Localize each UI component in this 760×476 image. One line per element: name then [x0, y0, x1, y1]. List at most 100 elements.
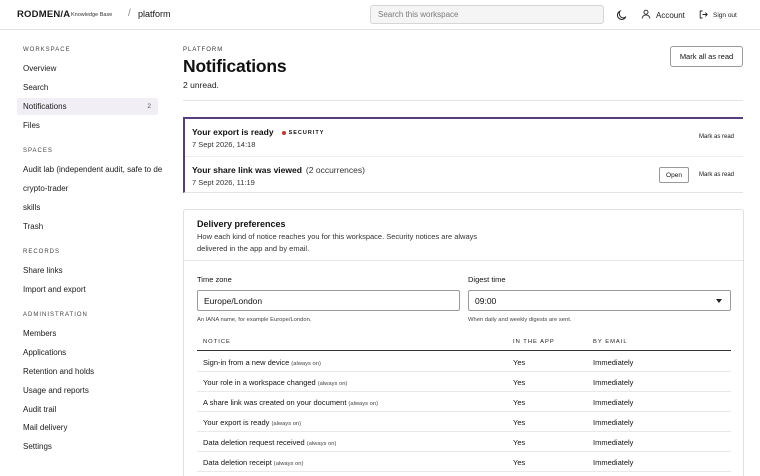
notice-cell: Data deletion request received (always on…	[203, 438, 336, 447]
always-on-note: (always on)	[306, 441, 337, 447]
sidebar-item-settings[interactable]: Settings	[23, 442, 163, 451]
timezone-hint: An IANA name, for example Europe/London.	[197, 317, 312, 323]
open-button[interactable]: Open	[659, 167, 689, 183]
account-label: Account	[656, 10, 685, 20]
email-value: Immediately	[593, 398, 634, 407]
digest-time-label: Digest time	[468, 275, 506, 284]
notice-name: Your export is ready	[203, 418, 270, 427]
always-on-note: (always on)	[291, 361, 321, 367]
notification-list: Your export is ready SECURITY 7 Sept 2026…	[183, 117, 743, 193]
sidebar-item-audit-trail[interactable]: Audit trail	[23, 405, 163, 414]
email-value: Immediately	[593, 358, 634, 367]
digest-time-select[interactable]	[468, 290, 731, 311]
notification-time: 7 Sept 2026, 11:19	[192, 178, 255, 187]
search-input[interactable]	[371, 6, 603, 23]
notice-cell: A share link was created on your documen…	[203, 398, 378, 407]
table-row: Your role in a workspace changed (always …	[197, 372, 731, 392]
sign-out-button[interactable]: Sign out	[699, 9, 737, 21]
sign-out-label: Sign out	[713, 11, 737, 19]
unread-summary: 2 unread.	[183, 80, 219, 90]
notification-item[interactable]: Your share link was viewed (2 occurrences…	[185, 156, 743, 193]
email-value: Immediately	[593, 458, 634, 467]
moon-icon[interactable]	[616, 9, 628, 21]
timezone-label: Time zone	[197, 275, 232, 284]
sidebar-item-share-links[interactable]: Share links	[23, 266, 163, 275]
sidebar-heading-records: RECORDS	[23, 249, 61, 255]
sidebar-heading-administration: ADMINISTRATION	[23, 312, 88, 318]
sidebar-item-notifications[interactable]: Notifications 2	[17, 98, 158, 115]
sidebar-item-audit-lab[interactable]: Audit lab (independent audit, safe to de	[23, 165, 163, 174]
sidebar-item-overview[interactable]: Overview	[23, 64, 163, 73]
notification-title: Your share link was viewed	[192, 165, 302, 175]
brand-logo[interactable]: RODMEN/A	[17, 9, 70, 20]
top-bar: RODMEN/A Knowledge Base / platform Accou…	[0, 0, 760, 30]
divider	[183, 100, 743, 101]
table-row: A share link was created on your documen…	[197, 392, 731, 412]
user-icon	[641, 9, 651, 21]
table-row: Data deletion receipt (always on) Yes Imm…	[197, 452, 731, 472]
in-app-value: Yes	[513, 418, 526, 427]
sidebar-item-files[interactable]: Files	[23, 121, 163, 130]
sidebar-item-search[interactable]: Search	[23, 83, 163, 92]
mark-as-read-button[interactable]: Mark as read	[699, 134, 734, 140]
sidebar-item-members[interactable]: Members	[23, 329, 163, 338]
sign-out-icon	[699, 10, 708, 21]
sidebar-item-retention[interactable]: Retention and holds	[23, 367, 163, 376]
always-on-note: (always on)	[348, 401, 379, 407]
notification-item[interactable]: Your export is ready SECURITY 7 Sept 2026…	[185, 119, 743, 156]
email-value: Immediately	[593, 378, 634, 387]
notice-cell: Data deletion receipt (always on)	[203, 458, 303, 467]
mark-all-read-button[interactable]: Mark all as read	[670, 46, 743, 67]
timezone-input[interactable]	[198, 291, 459, 310]
digest-time-hint: When daily and weekly digests are sent.	[468, 317, 572, 323]
sidebar-item-skills[interactable]: skills	[23, 203, 163, 212]
table-row: Sign-in from a new device (always on) Yes…	[197, 352, 731, 372]
notice-name: A share link was created on your documen…	[203, 398, 347, 407]
search-box[interactable]	[370, 5, 604, 24]
notice-cell: Sign-in from a new device (always on)	[203, 358, 321, 367]
notification-time: 7 Sept 2026, 14:18	[192, 140, 256, 149]
in-app-value: Yes	[513, 358, 526, 367]
page-eyebrow: PLATFORM	[183, 47, 224, 53]
chevron-down-icon	[716, 299, 722, 303]
security-dot-icon	[281, 130, 286, 135]
email-value: Immediately	[593, 438, 634, 447]
breadcrumb-workspace[interactable]: platform	[138, 9, 171, 19]
breadcrumb-separator: /	[128, 8, 131, 19]
in-app-value: Yes	[513, 438, 526, 447]
table-row: Your export is ready (always on) Yes Imme…	[197, 412, 731, 432]
sidebar-item-mail-delivery[interactable]: Mail delivery	[23, 423, 163, 432]
mark-as-read-button[interactable]: Mark as read	[699, 172, 734, 178]
column-header-by-email: BY EMAIL	[593, 339, 628, 345]
timezone-field[interactable]	[197, 290, 460, 311]
sidebar-item-import-export[interactable]: Import and export	[23, 285, 163, 294]
in-app-value: Yes	[513, 398, 526, 407]
sidebar-item-applications[interactable]: Applications	[23, 348, 163, 357]
always-on-note: (always on)	[273, 461, 304, 467]
notice-name: Data deletion request received	[203, 438, 305, 447]
card-description: How each kind of notice reaches you for …	[197, 232, 478, 253]
security-tag: SECURITY	[288, 129, 325, 136]
table-row: Data deletion request received (always on…	[197, 432, 731, 452]
sidebar-item-crypto-trader[interactable]: crypto-trader	[23, 184, 163, 193]
unread-count-badge: 2	[147, 103, 151, 110]
brand-subtitle: Knowledge Base	[71, 12, 113, 18]
column-header-in-app: IN THE APP	[513, 339, 555, 345]
sidebar-item-usage-reports[interactable]: Usage and reports	[23, 386, 163, 395]
column-header-notice: NOTICE	[203, 339, 231, 345]
notification-title: Your export is ready	[192, 127, 274, 137]
divider	[184, 260, 743, 261]
account-button[interactable]: Account	[641, 9, 685, 21]
always-on-note: (always on)	[271, 421, 302, 427]
delivery-preferences-card: Delivery preferences How each kind of no…	[183, 209, 744, 476]
notice-name: Your role in a workspace changed	[203, 378, 316, 387]
in-app-value: Yes	[513, 458, 526, 467]
page-title: Notifications	[183, 56, 287, 76]
notice-name: Sign-in from a new device	[203, 358, 290, 367]
notice-cell: Your export is ready (always on)	[203, 418, 301, 427]
sidebar-heading-spaces: SPACES	[23, 148, 53, 154]
notification-title-wrap: Your share link was viewed (2 occurrences…	[192, 165, 365, 175]
sidebar-item-trash[interactable]: Trash	[23, 222, 163, 231]
digest-time-value[interactable]	[469, 291, 730, 310]
in-app-value: Yes	[513, 378, 526, 387]
